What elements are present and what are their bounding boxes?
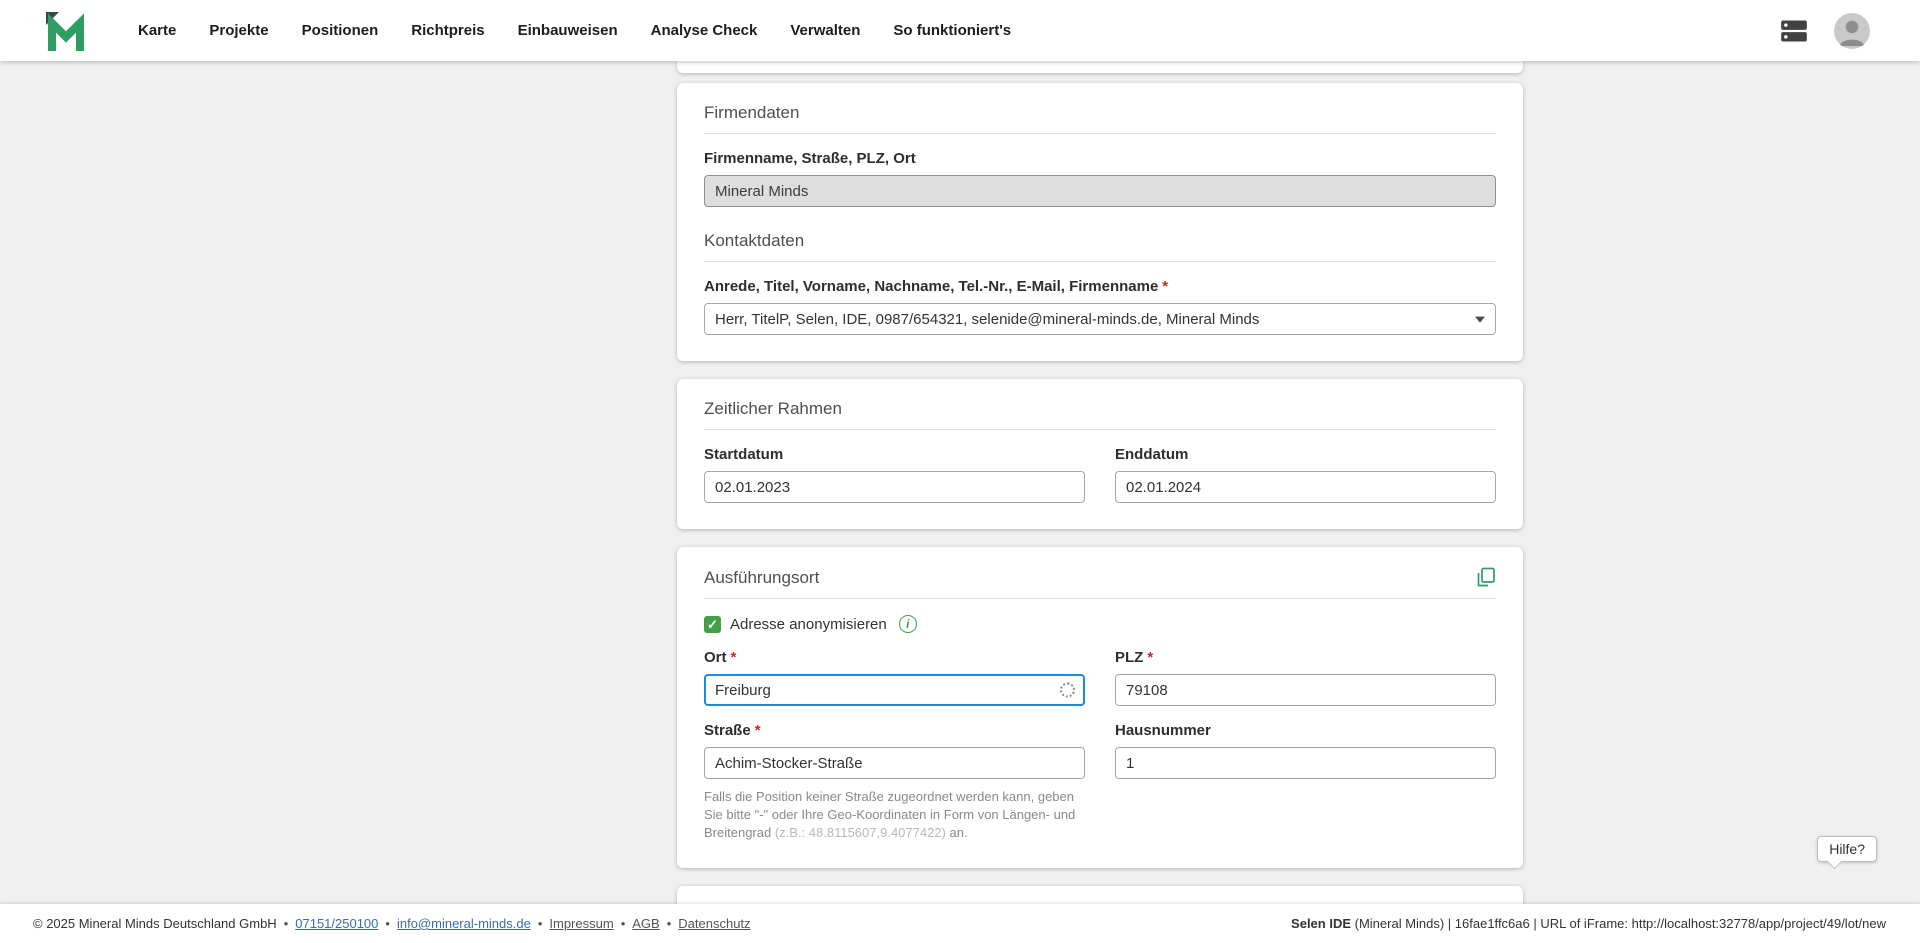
ausfuehrungsort-title: Ausführungsort xyxy=(704,568,819,588)
kontakt-label-text: Anrede, Titel, Vorname, Nachname, Tel.-N… xyxy=(704,278,1158,295)
hausnummer-label-text: Hausnummer xyxy=(1115,722,1211,739)
firmendaten-card: Firmendaten Firmenname, Straße, PLZ, Ort… xyxy=(677,83,1523,361)
anonymize-checkbox[interactable]: ✓ xyxy=(704,616,721,633)
user-avatar[interactable] xyxy=(1834,13,1870,49)
footer-impressum-link[interactable]: Impressum xyxy=(549,916,613,931)
environment-name: Selen IDE xyxy=(1291,916,1351,931)
zeitraum-card: Zeitlicher Rahmen Startdatum Enddatum xyxy=(677,379,1523,529)
mineral-minds-logo-icon xyxy=(44,10,88,52)
nav-item-verwalten[interactable]: Verwalten xyxy=(790,22,860,39)
firmenname-label: Firmenname, Straße, PLZ, Ort xyxy=(704,150,1496,167)
hint-suffix: an. xyxy=(946,825,968,840)
strasse-hint: Falls die Position keiner Straße zugeord… xyxy=(704,788,1085,842)
anonymize-row: ✓ Adresse anonymisieren i xyxy=(704,615,1496,633)
nav-item-karte[interactable]: Karte xyxy=(138,22,176,39)
strasse-label: Straße* xyxy=(704,722,1085,739)
enddatum-label: Enddatum xyxy=(1115,446,1496,463)
nav-item-projekte[interactable]: Projekte xyxy=(209,22,268,39)
plz-field: PLZ* xyxy=(1115,633,1496,706)
enddatum-input[interactable] xyxy=(1115,471,1496,503)
ort-input[interactable] xyxy=(704,674,1085,706)
main-nav: Karte Projekte Positionen Richtpreis Ein… xyxy=(138,22,1011,39)
environment-details: (Mineral Minds) | 16fae1ffc6a6 | URL of … xyxy=(1351,916,1886,931)
startdatum-field: Startdatum xyxy=(704,430,1085,503)
footer: © 2025 Mineral Minds Deutschland GmbH • … xyxy=(0,904,1920,943)
anonymize-label: Adresse anonymisieren xyxy=(730,616,887,633)
copyright-text: © 2025 Mineral Minds Deutschland GmbH xyxy=(33,916,277,931)
nav-item-einbauweisen[interactable]: Einbauweisen xyxy=(518,22,618,39)
plz-label-text: PLZ xyxy=(1115,649,1143,666)
environment-info: Selen IDE (Mineral Minds) | 16fae1ffc6a6… xyxy=(1291,916,1886,931)
nav-item-positionen[interactable]: Positionen xyxy=(302,22,379,39)
ort-label-text: Ort xyxy=(704,649,727,666)
nav-item-richtpreis[interactable]: Richtpreis xyxy=(411,22,484,39)
kontakt-label: Anrede, Titel, Vorname, Nachname, Tel.-N… xyxy=(704,278,1496,295)
firmenname-input xyxy=(704,175,1496,207)
separator-dot: • xyxy=(621,916,626,931)
main-content: Firmendaten Firmenname, Straße, PLZ, Ort… xyxy=(0,61,1920,904)
card-partial-bottom xyxy=(677,886,1523,904)
kontakt-select-value: Herr, TitelP, Selen, IDE, 0987/654321, s… xyxy=(715,311,1259,328)
footer-agb-link[interactable]: AGB xyxy=(632,916,659,931)
nav-item-so-funktionierts[interactable]: So funktioniert's xyxy=(893,22,1011,39)
loading-spinner xyxy=(1060,683,1075,698)
card-partial-top xyxy=(677,61,1523,73)
person-icon xyxy=(1834,13,1870,49)
info-icon[interactable]: i xyxy=(899,615,917,633)
required-asterisk: * xyxy=(1162,278,1168,295)
plz-input[interactable] xyxy=(1115,674,1496,706)
startdatum-label: Startdatum xyxy=(704,446,1085,463)
hausnummer-input[interactable] xyxy=(1115,747,1496,779)
header-actions xyxy=(1780,13,1870,49)
footer-datenschutz-link[interactable]: Datenschutz xyxy=(678,916,750,931)
separator-dot: • xyxy=(667,916,672,931)
footer-phone-link[interactable]: 07151/250100 xyxy=(295,916,378,931)
ort-field: Ort* xyxy=(704,633,1085,706)
kontaktdaten-title: Kontaktdaten xyxy=(704,231,1496,262)
hausnummer-field: Hausnummer xyxy=(1115,706,1496,779)
zeitraum-fields: Startdatum Enddatum xyxy=(704,430,1496,503)
enddatum-field: Enddatum xyxy=(1115,430,1496,503)
strasse-input[interactable] xyxy=(704,747,1085,779)
separator-dot: • xyxy=(284,916,289,931)
strasse-label-text: Straße xyxy=(704,722,751,739)
separator-dot: • xyxy=(385,916,390,931)
ausfuehrungsort-card: Ausführungsort ✓ Adresse anonymisieren i… xyxy=(677,547,1523,868)
help-button[interactable]: Hilfe? xyxy=(1817,836,1877,862)
firmenname-label-text: Firmenname, Straße, PLZ, Ort xyxy=(704,150,916,167)
footer-links: © 2025 Mineral Minds Deutschland GmbH • … xyxy=(33,916,751,931)
enddatum-label-text: Enddatum xyxy=(1115,446,1188,463)
zeitraum-title: Zeitlicher Rahmen xyxy=(704,399,1496,430)
kontakt-select[interactable]: Herr, TitelP, Selen, IDE, 0987/654321, s… xyxy=(704,303,1496,335)
footer-email-link[interactable]: info@mineral-minds.de xyxy=(397,916,531,931)
required-asterisk: * xyxy=(755,722,761,739)
ort-label: Ort* xyxy=(704,649,1085,666)
top-nav: Karte Projekte Positionen Richtpreis Ein… xyxy=(0,0,1920,61)
separator-dot: • xyxy=(538,916,543,931)
nav-item-analyse-check[interactable]: Analyse Check xyxy=(651,22,758,39)
brand-logo[interactable] xyxy=(44,10,88,52)
required-asterisk: * xyxy=(1147,649,1153,666)
chevron-down-icon xyxy=(1475,317,1485,323)
form-column: Firmendaten Firmenname, Straße, PLZ, Ort… xyxy=(677,61,1523,904)
copy-icon[interactable] xyxy=(1475,567,1496,588)
firmendaten-title: Firmendaten xyxy=(704,103,1496,134)
address-fields: Ort* PLZ* Straße* xyxy=(704,633,1496,842)
required-asterisk: * xyxy=(731,649,737,666)
server-icon[interactable] xyxy=(1780,19,1808,43)
startdatum-input[interactable] xyxy=(704,471,1085,503)
ort-input-wrap xyxy=(704,674,1085,706)
startdatum-label-text: Startdatum xyxy=(704,446,783,463)
strasse-field: Straße* xyxy=(704,706,1085,779)
plz-label: PLZ* xyxy=(1115,649,1496,666)
ausfuehrungsort-header: Ausführungsort xyxy=(704,567,1496,599)
hausnummer-label: Hausnummer xyxy=(1115,722,1496,739)
hint-example: (z.B.: 48.8115607,9.4077422) xyxy=(775,825,946,840)
